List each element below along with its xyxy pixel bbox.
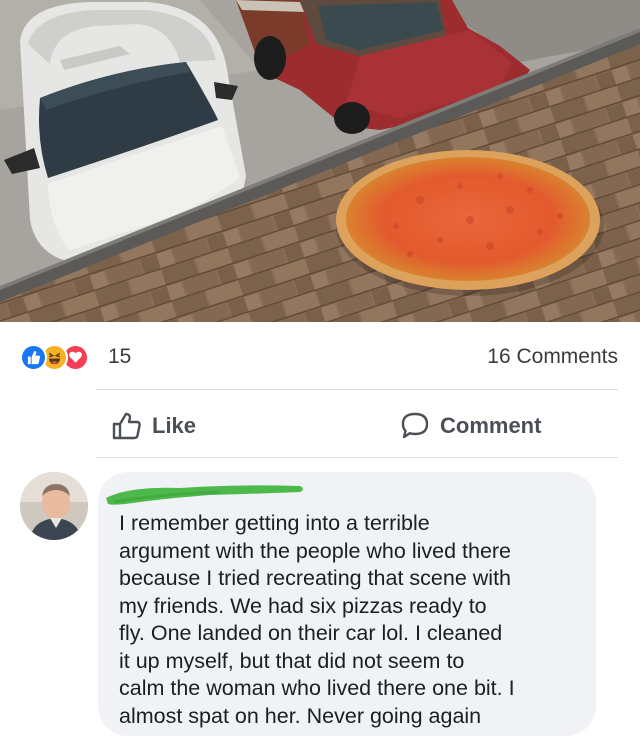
thumbs-up-icon <box>112 412 141 440</box>
like-reaction-icon <box>20 343 47 371</box>
comment-text: I remember getting into a terrible argum… <box>119 511 515 728</box>
divider <box>96 457 618 458</box>
divider <box>96 389 618 390</box>
reaction-icons[interactable] <box>20 343 89 371</box>
redacted-author-name <box>106 485 303 505</box>
comments-count-link[interactable]: 16 Comments <box>487 344 618 370</box>
reaction-count[interactable]: 15 <box>108 344 131 370</box>
avatar[interactable] <box>20 472 88 540</box>
comment-button-label: Comment <box>440 413 542 438</box>
like-button-label: Like <box>152 413 197 438</box>
post-photo[interactable] <box>0 0 640 322</box>
speech-bubble-icon <box>401 412 429 439</box>
like-button[interactable]: Like <box>112 406 196 446</box>
comment-button[interactable]: Comment <box>400 406 541 446</box>
